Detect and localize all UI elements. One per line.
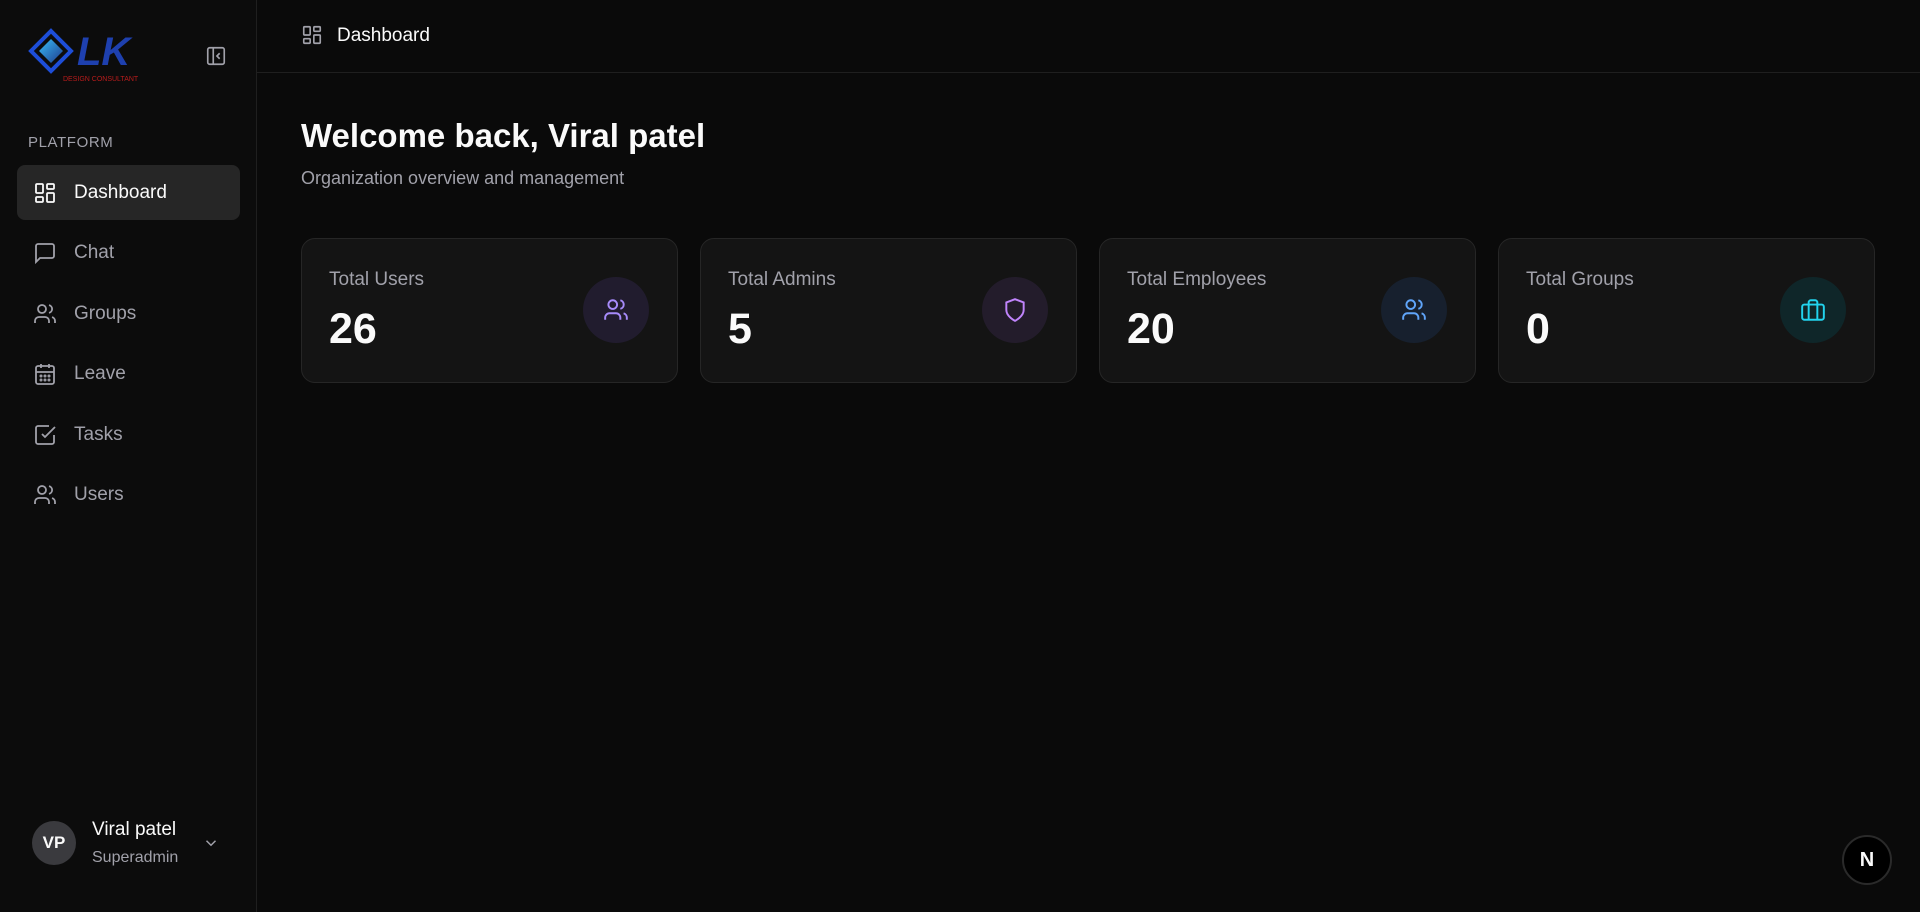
dashboard-icon [32,180,58,206]
logo-letters: LK [77,30,133,74]
sidebar-item-label: Dashboard [74,181,167,203]
topbar: Dashboard [257,0,1920,73]
sidebar-toggle-button[interactable] [203,43,229,69]
sidebar-item-groups[interactable]: Groups [17,286,240,341]
stat-value: 0 [1526,305,1550,353]
sidebar-item-users[interactable]: Users [17,468,240,523]
user-menu-button[interactable]: VP Viral patel Superadmin [17,812,240,874]
sidebar-item-chat[interactable]: Chat [17,226,240,281]
stat-label: Total Employees [1127,269,1267,290]
stat-value: 20 [1127,305,1175,353]
stat-value: 5 [728,305,752,353]
sidebar: LK DESIGN CONSULTANT PLATFORM Dashboard [0,0,257,912]
stat-label: Total Groups [1526,269,1634,290]
briefcase-icon [1780,277,1846,343]
app-root: LK DESIGN CONSULTANT PLATFORM Dashboard [0,0,1920,912]
panel-left-icon [206,46,226,66]
sidebar-item-label: Users [74,484,124,506]
sidebar-item-label: Leave [74,363,126,385]
company-logo[interactable]: LK DESIGN CONSULTANT [27,27,157,85]
stat-label: Total Users [329,269,425,290]
sidebar-item-dashboard[interactable]: Dashboard [17,165,240,220]
main-content: Dashboard Welcome back, Viral patel Orga… [257,0,1920,912]
stat-label: Total Admins [728,269,836,290]
next-logo-icon: N [1859,848,1875,871]
users-icon [1381,277,1447,343]
users-icon [583,277,649,343]
calendar-icon [32,361,58,387]
stat-card-total-users: Total Users 26 [301,238,678,383]
sidebar-item-tasks[interactable]: Tasks [17,407,240,462]
logo-tagline: DESIGN CONSULTANT [63,76,139,83]
page-subtitle: Organization overview and management [301,168,625,188]
stat-card-total-employees: Total Employees 20 [1099,238,1476,383]
stats-cards: Total Users 26 Total Admins 5 Total Empl… [301,238,1875,383]
sidebar-item-leave[interactable]: Leave [17,347,240,402]
breadcrumb: Dashboard [337,25,430,46]
user-meta: Viral patel Superadmin [92,819,178,867]
chat-icon [32,240,58,266]
users-icon [32,301,58,327]
chevron-down-icon [205,840,217,847]
sidebar-item-label: Groups [74,302,137,324]
stat-card-total-admins: Total Admins 5 [700,238,1077,383]
stat-value: 26 [329,305,377,353]
user-role: Superadmin [92,849,179,866]
stat-card-total-groups: Total Groups 0 [1498,238,1875,383]
nextjs-devtools-button[interactable]: N [1842,835,1892,885]
sidebar-nav: Dashboard Chat Groups Leave Tasks Users [17,165,240,529]
page-title: Welcome back, Viral patel [301,117,706,154]
sidebar-item-label: Tasks [74,423,123,445]
checkbox-icon [32,422,58,448]
user-name: Viral patel [92,819,177,840]
avatar: VP [32,821,76,865]
shield-icon [982,277,1048,343]
section-label-platform: PLATFORM [28,134,114,151]
sidebar-item-label: Chat [74,242,115,264]
dashboard-icon [301,24,325,48]
users-icon [32,482,58,508]
